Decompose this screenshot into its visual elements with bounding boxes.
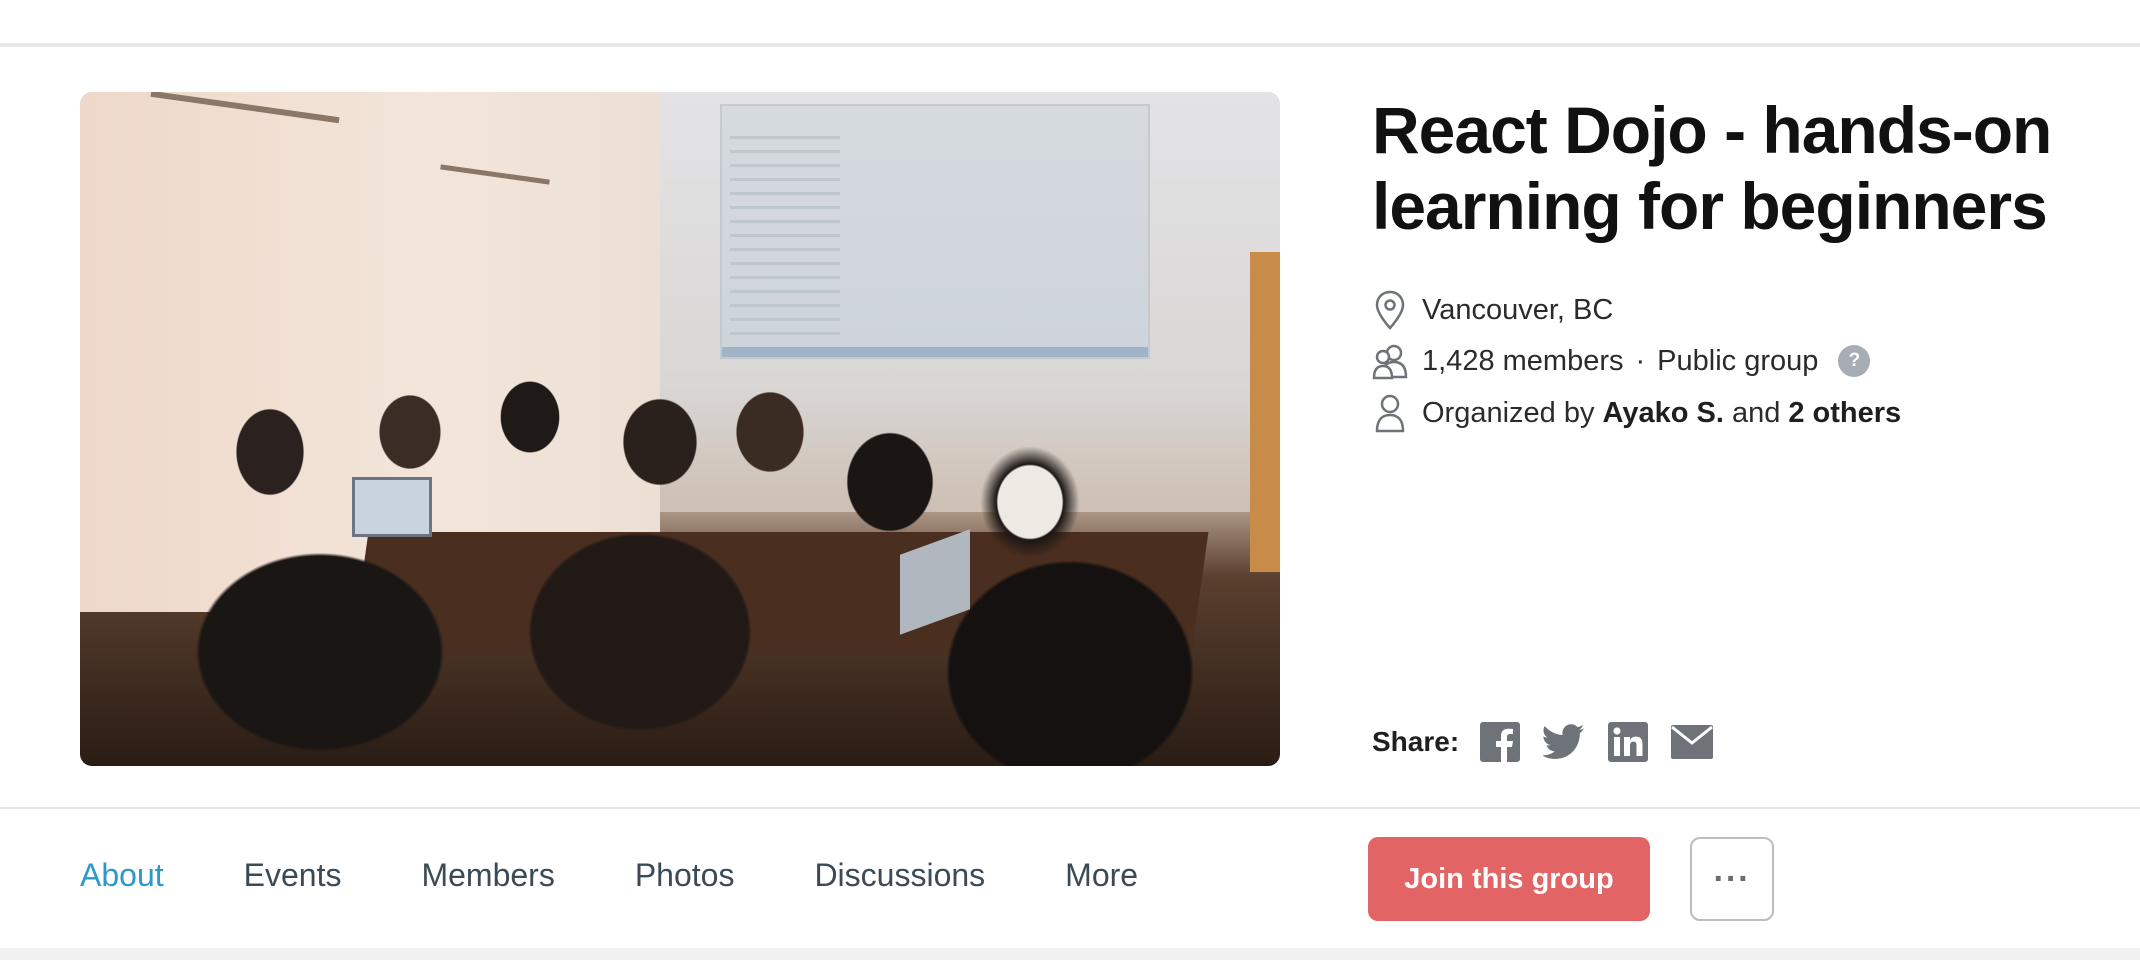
group-nav-tabs: About Events Members Photos Discussions … <box>80 850 1218 900</box>
group-location-row: Vancouver, BC <box>1372 290 1613 330</box>
other-organizers[interactable]: 2 others <box>1788 397 1901 430</box>
page-bottom-strip <box>0 948 2140 960</box>
organizer-person-icon <box>1372 393 1408 433</box>
photo-screen-sidebar <box>730 136 840 336</box>
help-icon[interactable]: ? <box>1838 345 1871 377</box>
photo-screen-statusbar <box>722 347 1148 357</box>
photo-attendees <box>170 372 1270 766</box>
share-label: Share: <box>1372 726 1460 757</box>
meta-separator: · <box>1635 344 1646 377</box>
email-icon[interactable] <box>1671 721 1714 763</box>
organized-by-label: Organized by <box>1422 396 1595 429</box>
photo-laptop <box>352 477 432 537</box>
group-visibility: Public group <box>1657 344 1819 377</box>
tab-members[interactable]: Members <box>421 857 554 894</box>
group-location[interactable]: Vancouver, BC <box>1422 294 1613 327</box>
linkedin-icon[interactable] <box>1607 721 1649 763</box>
top-header-bar <box>0 0 2140 47</box>
tab-photos[interactable]: Photos <box>635 857 735 894</box>
twitter-icon[interactable] <box>1543 721 1585 763</box>
tab-about[interactable]: About <box>80 857 164 894</box>
group-cover-photo <box>80 92 1280 766</box>
facebook-icon[interactable] <box>1479 721 1521 763</box>
photo-projector-screen <box>720 104 1150 359</box>
organized-and: and <box>1731 396 1781 429</box>
tab-more[interactable]: More <box>1065 857 1138 894</box>
join-group-button[interactable]: Join this group <box>1368 837 1650 921</box>
organizer-name[interactable]: Ayako S. <box>1603 397 1724 430</box>
tab-events[interactable]: Events <box>244 857 342 894</box>
group-title: React Dojo - hands-on learning for begin… <box>1372 93 2052 243</box>
member-count[interactable]: 1,428 members <box>1422 345 1624 378</box>
location-pin-icon <box>1372 290 1408 330</box>
section-divider <box>0 807 2140 809</box>
members-icon <box>1372 341 1408 381</box>
tab-discussions[interactable]: Discussions <box>814 857 985 894</box>
more-options-button[interactable]: ··· <box>1690 837 1774 921</box>
group-members-row: 1,428 members · Public group ? <box>1372 341 1871 381</box>
share-section: Share: <box>1372 720 1735 764</box>
group-organizers-row: Organized by Ayako S. and 2 others <box>1372 393 1901 433</box>
